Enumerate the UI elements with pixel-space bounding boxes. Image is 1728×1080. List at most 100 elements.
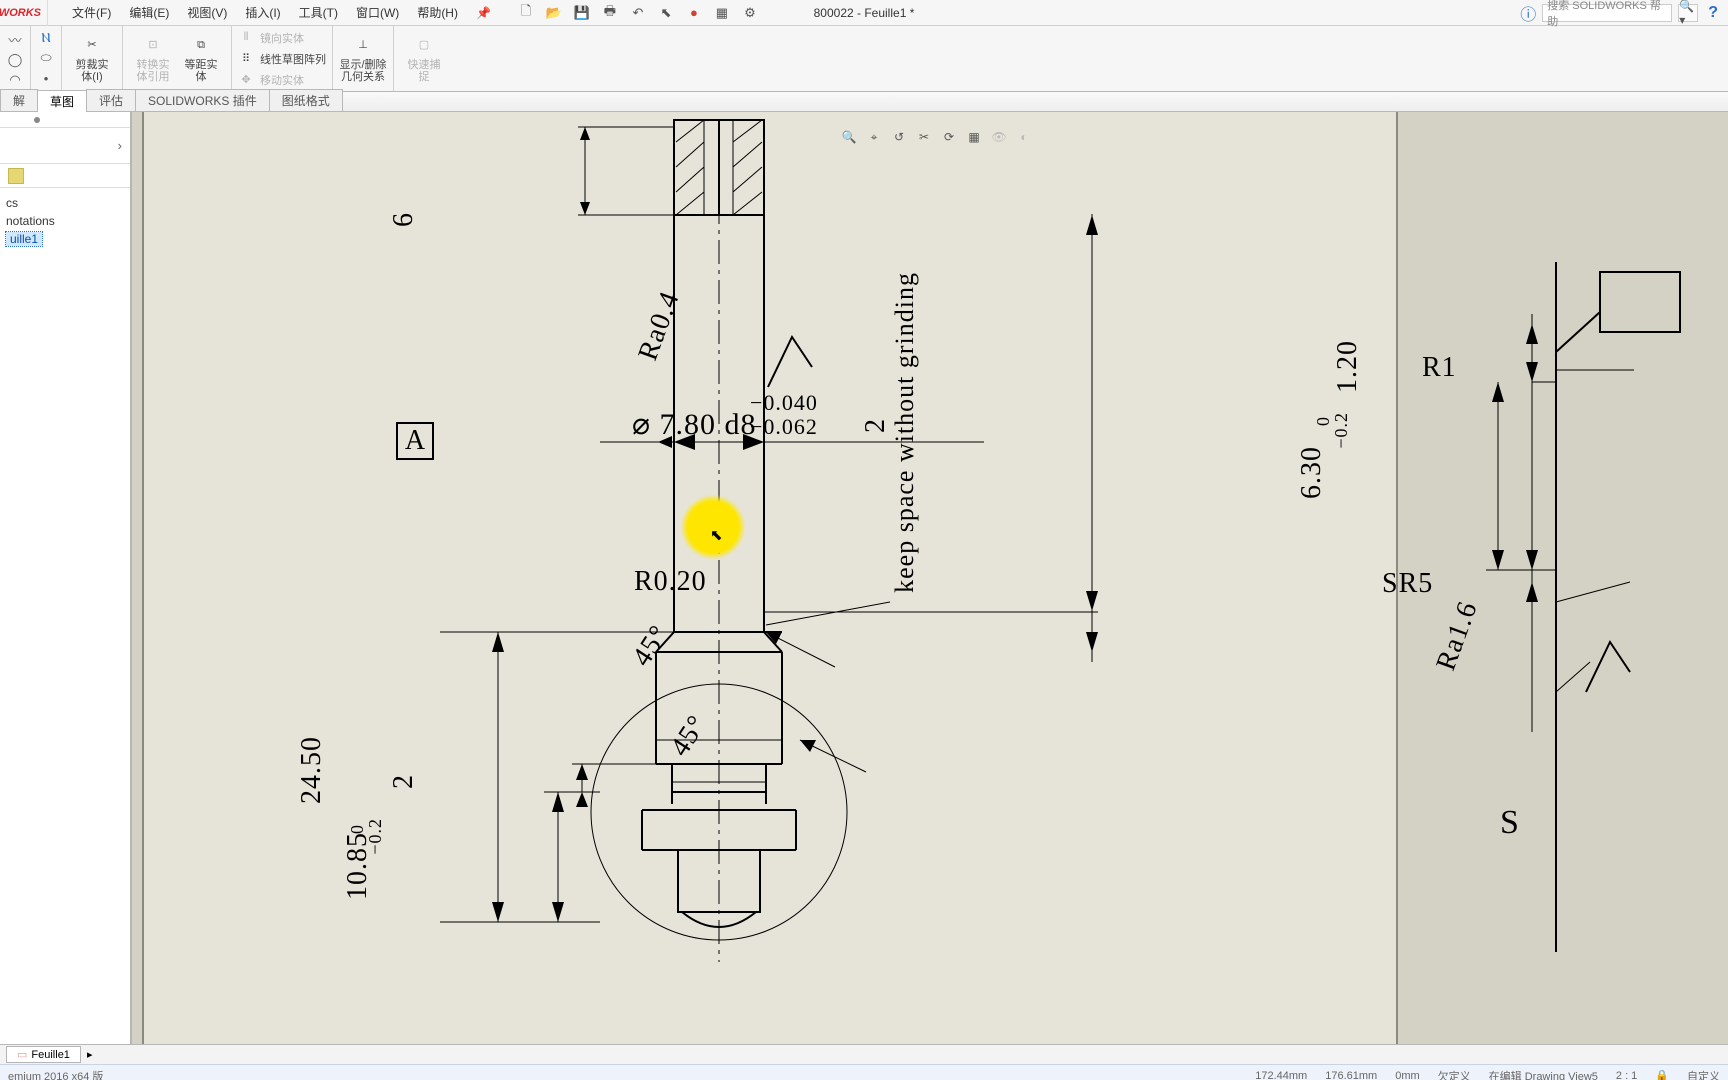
menu-tools[interactable]: 工具(T) bbox=[293, 2, 344, 23]
show-relations-button[interactable]: ⊥ 显示/删除 几何关系 bbox=[339, 34, 387, 83]
panel-header: › bbox=[0, 128, 130, 164]
search-input[interactable]: 搜索 SOLIDWORKS 帮助 bbox=[1542, 4, 1672, 22]
convert-group: ⊡ 转换实 体引用 ⧉ 等距实 体 bbox=[123, 26, 232, 91]
open-icon[interactable]: 📂 bbox=[545, 4, 563, 22]
offset-entities-button[interactable]: ⧉ 等距实 体 bbox=[177, 34, 225, 83]
curve-tool-icon[interactable]: Ⲛ bbox=[37, 30, 55, 46]
dim-diameter[interactable]: ⌀ 7.80 d8 bbox=[632, 410, 757, 440]
tree-tab-icons bbox=[0, 164, 130, 188]
options-icon[interactable]: ⚙ bbox=[741, 4, 759, 22]
status-custom: 自定义 bbox=[1687, 1068, 1720, 1080]
list-icon[interactable]: ▦ bbox=[713, 4, 731, 22]
help-info-icon[interactable]: ⓘ bbox=[1520, 1, 1536, 25]
menu-help[interactable]: 帮助(H) bbox=[411, 2, 464, 23]
sheet-icon: ▭ bbox=[17, 1048, 27, 1061]
menu-pin-icon[interactable]: 📌 bbox=[470, 4, 497, 22]
dim-630[interactable]: 6.30 bbox=[1298, 446, 1326, 499]
select-icon[interactable]: ⬉ bbox=[657, 4, 675, 22]
mirror-entities-button: ⦀镜向实体 bbox=[238, 30, 326, 46]
note-keep-space[interactable]: keep space without grinding bbox=[892, 272, 918, 593]
help-icon[interactable]: ? bbox=[1704, 4, 1722, 22]
sheet-bar: ▭ Feuille1 ▸ bbox=[0, 1044, 1728, 1064]
dim-2450[interactable]: 24.50 bbox=[298, 736, 326, 804]
trim-icon: ✂ bbox=[80, 34, 104, 58]
command-ribbon: 〰 ◯ ◠ Ⲛ ⬭ • ✂ 剪裁实 体(I) ⊡ 转换实 体引用 ⧉ 等距实 体… bbox=[0, 26, 1728, 92]
dim-tol0-left: 0 bbox=[348, 824, 366, 834]
tree-icon[interactable] bbox=[8, 168, 24, 184]
tree-item-annot[interactable]: notations bbox=[6, 212, 124, 230]
sketch-tools-group2: Ⲛ ⬭ • bbox=[31, 26, 62, 91]
trim-entities-button[interactable]: ✂ 剪裁实 体(I) bbox=[68, 34, 116, 83]
tab-annotation[interactable]: 解 bbox=[0, 89, 38, 111]
body-wrap: › cs notations uille1 🔍 ⌖ ↺ ✂ ⟳ ▦ 👁 ◐ bbox=[0, 112, 1728, 1044]
add-sheet-button[interactable]: ▸ bbox=[87, 1048, 93, 1061]
snap-group: ▢ 快速捕 捉 bbox=[394, 26, 454, 91]
title-right: ⓘ 搜索 SOLIDWORKS 帮助 🔍▾ ? bbox=[1520, 1, 1722, 25]
status-lock-icon[interactable]: 🔒 bbox=[1655, 1069, 1669, 1080]
sheet-tab[interactable]: ▭ Feuille1 bbox=[6, 1046, 81, 1063]
dim-tol-lower: −0.062 bbox=[750, 416, 818, 438]
status-bar: emium 2016 x64 版 172.44mm 176.61mm 0mm 欠… bbox=[0, 1064, 1728, 1080]
new-icon[interactable]: 🗋 bbox=[517, 4, 535, 22]
ellipse-tool-icon[interactable]: ⬭ bbox=[37, 50, 55, 66]
dim-2[interactable]: 2 bbox=[390, 774, 418, 789]
status-ratio: 2 : 1 bbox=[1616, 1070, 1637, 1080]
menu-edit[interactable]: 编辑(E) bbox=[123, 2, 175, 23]
relations-icon: ⊥ bbox=[351, 34, 375, 58]
dim-sr5[interactable]: SR5 bbox=[1382, 570, 1433, 598]
menu-insert[interactable]: 插入(I) bbox=[239, 2, 286, 23]
dim-r1[interactable]: R1 bbox=[1422, 354, 1457, 382]
app-logo: WORKS bbox=[0, 0, 48, 26]
status-y: 176.61mm bbox=[1325, 1070, 1377, 1080]
feature-tree: cs notations uille1 bbox=[0, 188, 130, 254]
menu-window[interactable]: 窗口(W) bbox=[350, 2, 405, 23]
point-tool-icon[interactable]: • bbox=[37, 71, 55, 87]
menu-file[interactable]: 文件(F) bbox=[66, 2, 117, 23]
undo-icon[interactable]: ↶ bbox=[629, 4, 647, 22]
quick-access-toolbar: 🗋 📂 💾 🖶 ↶ ⬉ ● ▦ ⚙ bbox=[517, 4, 759, 22]
dim-2-right[interactable]: 2 bbox=[862, 418, 890, 433]
save-icon[interactable]: 💾 bbox=[573, 4, 591, 22]
menu-bar: 文件(F) 编辑(E) 视图(V) 插入(I) 工具(T) 窗口(W) 帮助(H… bbox=[66, 2, 497, 23]
tab-evaluate[interactable]: 评估 bbox=[86, 89, 136, 111]
menu-view[interactable]: 视图(V) bbox=[181, 2, 233, 23]
pattern-group: ⦀镜向实体 ⠿线性草图阵列 ✥移动实体 bbox=[232, 26, 333, 91]
search-dropdown-button[interactable]: 🔍▾ bbox=[1678, 4, 1698, 22]
snap-icon: ▢ bbox=[412, 34, 436, 58]
drawing-canvas[interactable]: 🔍 ⌖ ↺ ✂ ⟳ ▦ 👁 ◐ bbox=[132, 112, 1728, 1044]
move-entities-button: ✥移动实体 bbox=[238, 72, 326, 88]
tab-sheetformat[interactable]: 图纸格式 bbox=[269, 89, 343, 111]
convert-entities-button: ⊡ 转换实 体引用 bbox=[129, 34, 177, 83]
tree-item-sheet[interactable]: uille1 bbox=[6, 230, 124, 248]
offset-icon: ⧉ bbox=[189, 34, 213, 58]
dim-r020[interactable]: R0.20 bbox=[634, 568, 707, 596]
rebuild-icon[interactable]: ● bbox=[685, 4, 703, 22]
dim-neg02-right: −0.2 bbox=[1332, 412, 1350, 449]
collapse-panel-icon[interactable]: › bbox=[118, 138, 122, 153]
dim-120[interactable]: 1.20 bbox=[1334, 340, 1362, 393]
spline-tool-icon[interactable]: 〰 bbox=[6, 30, 24, 48]
relations-group: ⊥ 显示/删除 几何关系 bbox=[333, 26, 394, 91]
feature-tree-panel[interactable]: › cs notations uille1 bbox=[0, 112, 132, 1044]
tree-item-pcs[interactable]: cs bbox=[6, 194, 124, 212]
circle-tool-icon[interactable]: ◯ bbox=[6, 52, 24, 68]
status-editing: 在编辑 Drawing View5 bbox=[1489, 1068, 1598, 1080]
status-defined: 欠定义 bbox=[1438, 1068, 1471, 1080]
trim-group: ✂ 剪裁实 体(I) bbox=[62, 26, 123, 91]
sketch-tools-group: 〰 ◯ ◠ bbox=[0, 26, 31, 91]
dim-0-right: 0 bbox=[1314, 416, 1332, 426]
sw-edition: emium 2016 x64 版 bbox=[8, 1068, 103, 1080]
status-x: 172.44mm bbox=[1255, 1070, 1307, 1080]
arc-tool-icon[interactable]: ◠ bbox=[6, 72, 24, 88]
print-icon[interactable]: 🖶 bbox=[601, 4, 619, 22]
linear-pattern-button[interactable]: ⠿线性草图阵列 bbox=[238, 51, 326, 67]
command-tab-strip: 解 草图 评估 SOLIDWORKS 插件 图纸格式 bbox=[0, 92, 1728, 112]
title-bar: WORKS 文件(F) 编辑(E) 视图(V) 插入(I) 工具(T) 窗口(W… bbox=[0, 0, 1728, 26]
detail-view-right bbox=[1486, 262, 1680, 952]
tab-plugins[interactable]: SOLIDWORKS 插件 bbox=[135, 89, 270, 111]
datum-a[interactable]: A bbox=[396, 422, 434, 460]
tab-sketch[interactable]: 草图 bbox=[37, 90, 87, 112]
dim-6[interactable]: 6 bbox=[390, 212, 418, 227]
quick-snap-button: ▢ 快速捕 捉 bbox=[400, 34, 448, 83]
status-z: 0mm bbox=[1395, 1070, 1419, 1080]
